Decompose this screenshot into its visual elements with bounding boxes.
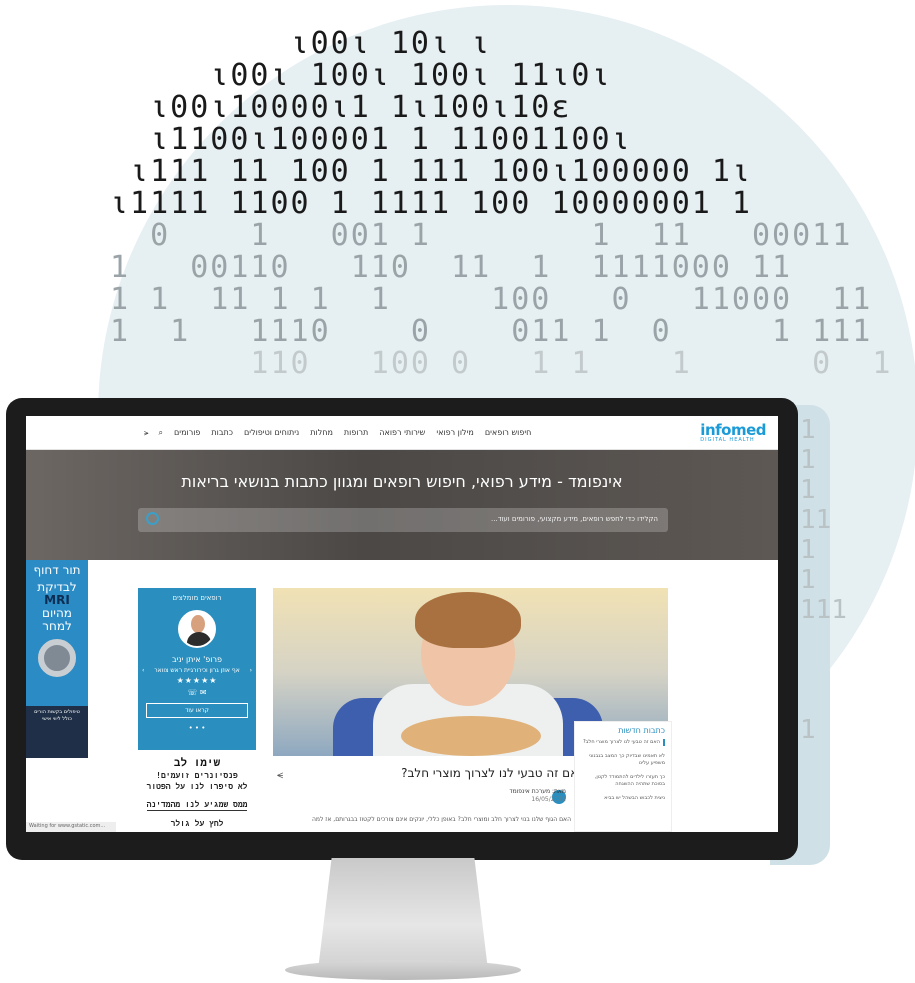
binary-row: ι00ι 10ι ι (110, 28, 492, 61)
doctor-specialty: אף אוזן גרון וכירורגיית ראש צוואר (154, 667, 240, 674)
site-header: infomed DIGITAL HEALTH חיפוש רופאים מילו… (26, 416, 778, 450)
side-binary-decoration: 1 1 1 11 1 1 111 1 (800, 415, 900, 745)
side-binary-row: 1 (800, 715, 816, 745)
side-binary-row (800, 685, 900, 715)
nav-item-surgeries[interactable]: ניתוחים וטיפולים (244, 428, 299, 437)
site-logo[interactable]: infomed DIGITAL HEALTH (700, 420, 766, 443)
browser-status-bar: Waiting for www.gstatic.com... (26, 822, 116, 832)
side-binary-row: 1 (800, 535, 816, 565)
nav-item-forums[interactable]: פורומים (174, 428, 200, 437)
image-hair (415, 592, 521, 648)
article-excerpt: האם הגוף שלנו בנוי לצרוך חלב ומוצרי חלב?… (311, 816, 571, 823)
binary-row: ι1111 1100 1 1111 100 10000001 1 (110, 186, 752, 221)
recommended-doctors-widget: רופאים מומלצים פרופ' איתן יניב ‹ אף אוזן… (138, 588, 256, 750)
binary-row: 1 00110 110 11 1 1111000 11 (110, 250, 793, 285)
search-icon[interactable]: ⌕ (159, 428, 163, 438)
nav-item-dictionary[interactable]: מילון רפואי (436, 428, 474, 437)
ad-line-5: למחר (42, 619, 72, 633)
article-title[interactable]: האם זה טבעי לנו לצרוך מוצרי חלב? (316, 766, 586, 780)
mri-machine-image (38, 639, 76, 677)
news-item[interactable]: כך תעזרו לילדים להתמודד לקטן, בסוכת שתהי… (581, 774, 665, 788)
search-placeholder: הקלידו כדי לחפש רופאים, מידע מקצועי, פור… (491, 515, 658, 523)
binary-row: 110 100 0 1 1 1 0 1 (110, 346, 893, 381)
widget-heading: רופאים מומלצים (172, 594, 222, 602)
share-icon[interactable]: ⪪ (144, 428, 149, 438)
binary-row: ι111 11 100 1 111 100ι100000 1ι (110, 154, 752, 189)
share-icon[interactable]: ⪪ (277, 768, 283, 782)
text-ad-line-4: לחץ על גולר (170, 819, 224, 828)
binary-row: ι00ι 100ι 100ι 11ι0ι (110, 58, 612, 93)
text-ad-line-3: ממס שמגיע לנו מהמדינה (146, 800, 248, 811)
nav-item-drugs[interactable]: תרופות (344, 428, 368, 437)
side-binary-row (800, 655, 900, 685)
binary-row: 1 1 11 1 1 1 100 0 11000 11 1 (110, 282, 900, 317)
news-item[interactable]: ניצית לכבוש הבשהל יש בביא (581, 795, 665, 802)
nav-item-services[interactable]: שירותי רפואה (379, 428, 425, 437)
new-articles-widget: כתבות חדשות האם זה טבעי לנו לצרוך מוצרי … (574, 721, 672, 832)
ad-line-1: תור דחוף (33, 563, 81, 577)
binary-row: 1 1 1110 0 011 1 0 1 111 (110, 314, 873, 349)
new-articles-heading: כתבות חדשות (618, 726, 665, 735)
side-binary-row: 1 (800, 475, 816, 505)
binary-row: 0 1 001 1 1 11 00011 (110, 218, 853, 253)
side-advertisement[interactable]: תור דחוף לבדיקת MRI מהיום למחר טיפולים ב… (26, 560, 88, 758)
text-ad-line-1: פנסיונרים זועמים! (156, 771, 238, 780)
text-ad-line-2: לא סיפרו לנו על הפטור (146, 782, 248, 791)
header-icons: ⌕ ⪪ (144, 428, 163, 438)
doctor-specialty-row: ‹ אף אוזן גרון וכירורגיית ראש צוואר › (138, 667, 256, 674)
side-binary-row: 1 (800, 565, 816, 595)
hero-title: אינפומד - מידע רפואי, חיפוש רופאים ומגוו… (181, 472, 623, 491)
monitor-screen: infomed DIGITAL HEALTH חיפוש רופאים מילו… (26, 416, 778, 832)
hero-search-input[interactable]: הקלידו כדי לחפש רופאים, מידע מקצועי, פור… (138, 508, 668, 532)
carousel-dots[interactable]: • • • (138, 724, 256, 732)
rating-stars: ★★★★★ (176, 676, 218, 685)
doctor-avatar[interactable] (178, 610, 216, 648)
contact-icons: ☏ ✉ (138, 688, 256, 697)
monitor: infomed DIGITAL HEALTH חיפוש רופאים מילו… (6, 398, 798, 860)
binary-row: ι1100ι100001 1 11001100ι (110, 122, 632, 157)
binary-row: ι00ι10000ι1 1ι100ι10ɛ (110, 90, 572, 125)
chevron-right-icon[interactable]: › (250, 667, 252, 674)
monitor-base (285, 960, 521, 980)
hero-banner: אינפומד - מידע רפואי, חיפוש רופאים ומגוו… (26, 450, 778, 560)
side-binary-row: 111 (800, 595, 847, 625)
news-item[interactable]: האם זה טבעי לנו לצרוך מוצרי חלב? (581, 739, 665, 746)
chat-icon[interactable]: ✉ (200, 688, 207, 697)
read-more-button[interactable]: קראו עוד (146, 703, 248, 718)
nav-item-diseases[interactable]: מחלות (310, 428, 333, 437)
text-ad-title: שימו לב (173, 756, 221, 769)
search-icon[interactable] (146, 512, 159, 525)
side-binary-row (800, 625, 900, 655)
monitor-stand (318, 858, 488, 970)
article-date: 16/05/2021 (531, 796, 566, 803)
doctor-name[interactable]: פרופ' איתן יניב (138, 655, 256, 664)
image-bowl (401, 716, 541, 756)
article-author: מאת: מערכת אינפומד 16/05/2021 (446, 788, 566, 804)
side-binary-row: 1 (800, 415, 816, 445)
phone-icon[interactable]: ☏ (187, 688, 197, 697)
author-name: מאת: מערכת אינפומד (509, 788, 566, 795)
logo-text: infomed (700, 420, 766, 439)
binary-code-decoration: ι00ι 10ι ι ι00ι 100ι 100ι 11ι0ι ι00ι1000… (110, 28, 900, 408)
ad-footer: טיפולים בקשות הורים כולל ליווי אישי (26, 706, 88, 758)
nav-item-articles[interactable]: כתבות (211, 428, 233, 437)
side-binary-row: 11 (800, 505, 832, 535)
news-item[interactable]: לא תאמינו שבדיוק כך המצב בגבנוני משפיע ע… (581, 753, 665, 767)
main-nav: חיפוש רופאים מילון רפואי שירותי רפואה תר… (144, 428, 531, 438)
nav-item-doctors[interactable]: חיפוש רופאים (485, 428, 532, 437)
chevron-left-icon[interactable]: ‹ (142, 667, 144, 674)
text-advertisement[interactable]: שימו לב פנסיונרים זועמים! לא סיפרו לנו ע… (138, 754, 256, 832)
side-binary-row: 1 (800, 445, 816, 475)
logo-subtitle: DIGITAL HEALTH (700, 436, 755, 443)
